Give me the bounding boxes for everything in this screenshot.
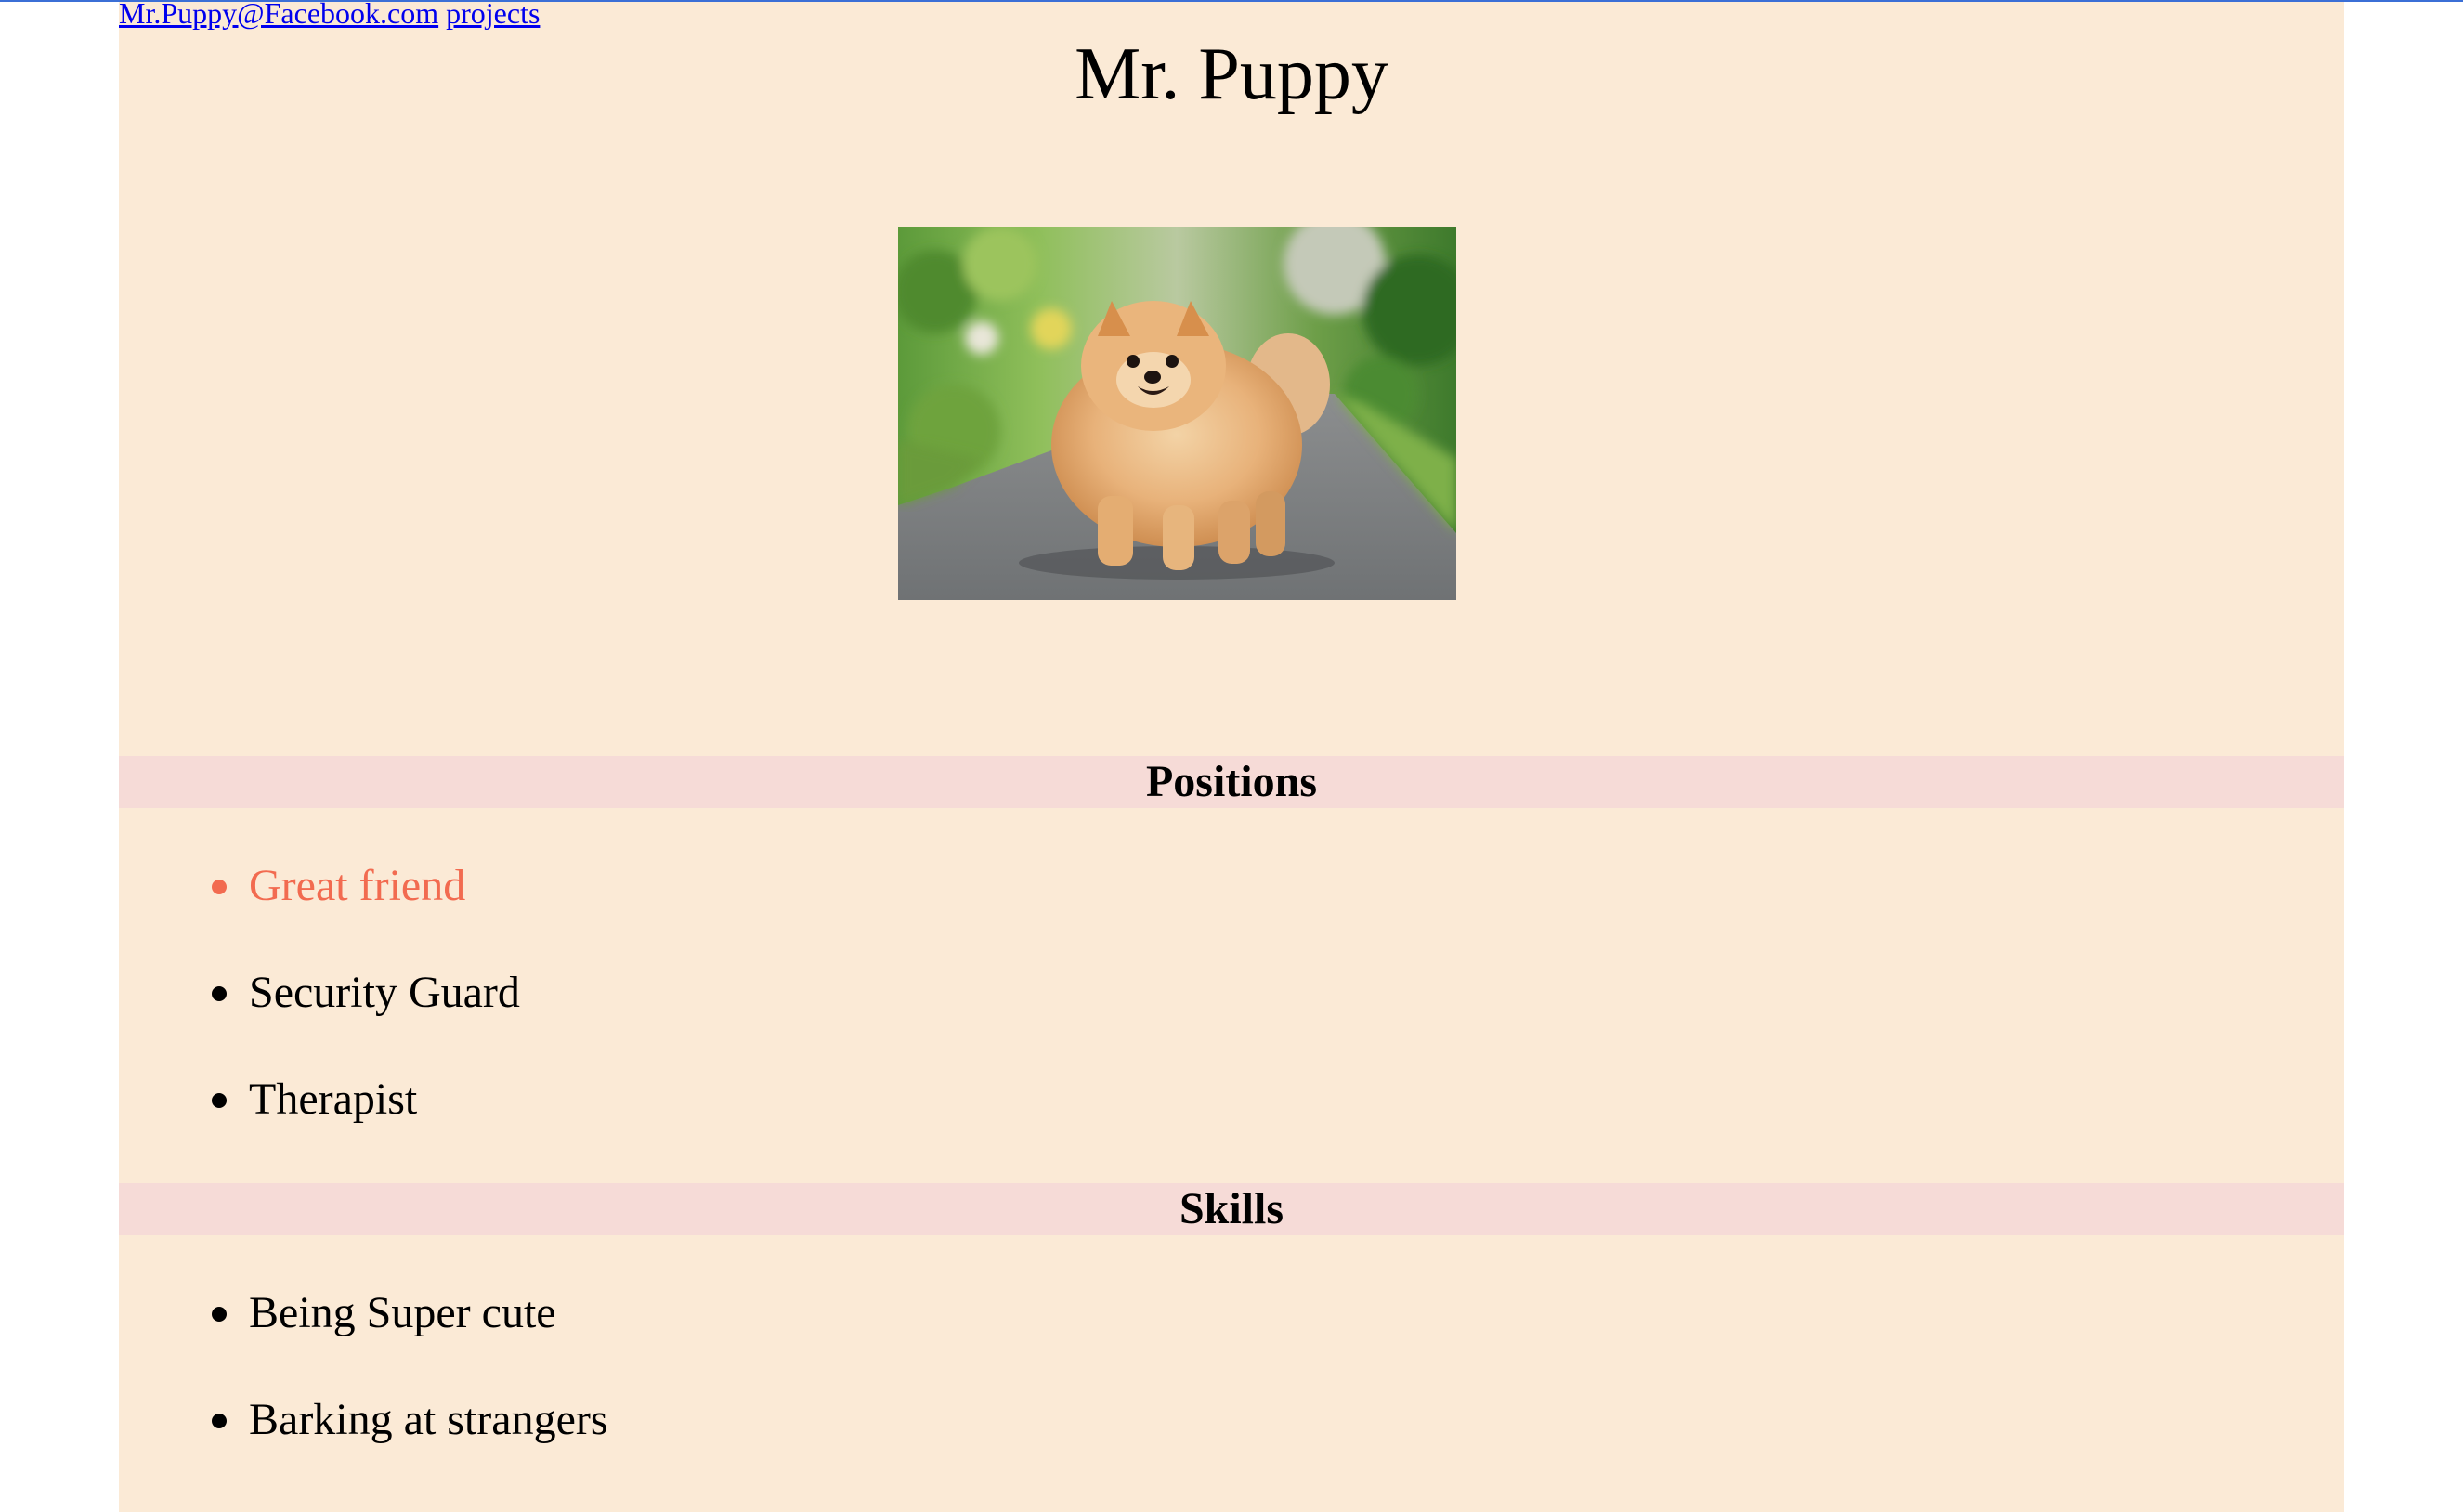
skills-heading: Skills (119, 1183, 2344, 1235)
positions-heading: Positions (119, 756, 2344, 808)
list-item: Being Super cute (212, 1287, 556, 1339)
list-item: Security Guard (212, 967, 520, 1019)
top-nav: Mr.Puppy@Facebook.com projects (119, 0, 540, 30)
bullet-icon (212, 880, 227, 894)
email-link[interactable]: Mr.Puppy@Facebook.com (119, 0, 438, 30)
list-item-label: Therapist (249, 1075, 418, 1124)
list-item: Barking at strangers (212, 1394, 608, 1446)
bullet-icon (212, 1093, 227, 1108)
dog-photo (898, 227, 1456, 600)
list-item: Therapist (212, 1074, 418, 1126)
bullet-icon (212, 1414, 227, 1428)
page-title: Mr. Puppy (1075, 33, 1388, 115)
page-container: Mr. Puppy Positions Great friend Securit… (119, 2, 2344, 1512)
bullet-icon (212, 1307, 227, 1322)
list-item-label: Being Super cute (249, 1288, 556, 1337)
list-item-label: Great friend (249, 861, 466, 910)
list-item-label: Security Guard (249, 968, 520, 1017)
bullet-icon (212, 986, 227, 1001)
list-item: Great friend (212, 860, 466, 912)
projects-link[interactable]: projects (446, 0, 540, 30)
pomeranian-image (898, 227, 1456, 600)
list-item-label: Barking at strangers (249, 1395, 608, 1444)
